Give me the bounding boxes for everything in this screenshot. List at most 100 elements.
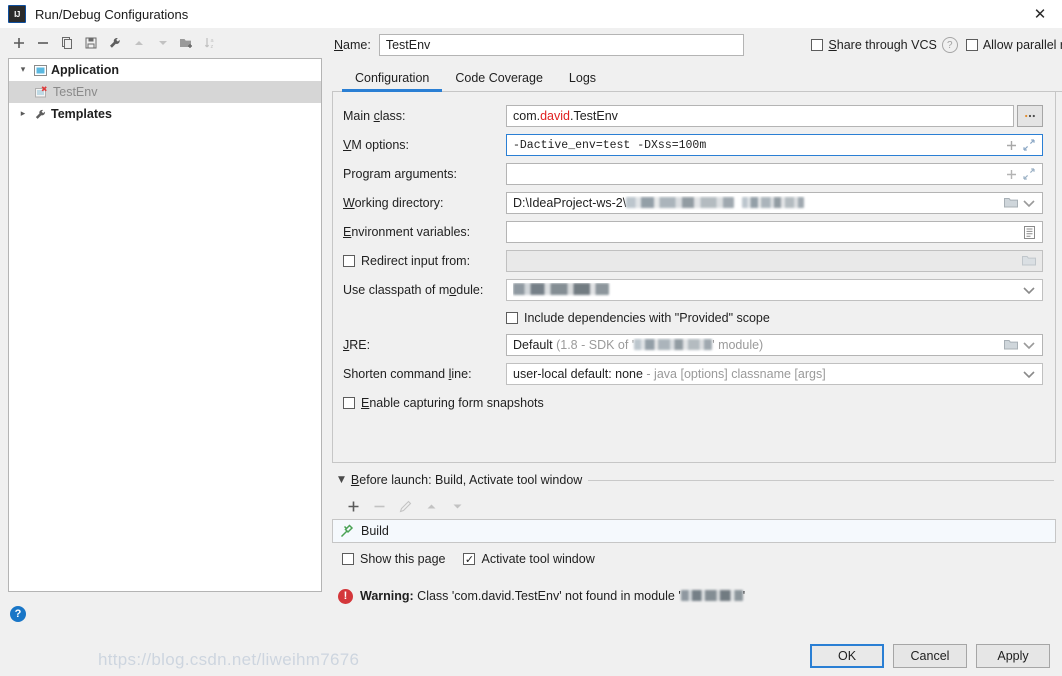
close-icon[interactable]: ✕ (1018, 0, 1062, 28)
activate-tool-window-checkbox[interactable] (463, 553, 476, 565)
tree-node-label: Application (51, 63, 120, 77)
tree-node-templates[interactable]: ▸ Templates (9, 103, 321, 125)
help-icon[interactable]: ? (10, 606, 26, 622)
share-through-vcs-checkbox[interactable] (811, 39, 824, 51)
vm-options-label: VM options: (343, 138, 410, 152)
move-up-button[interactable] (128, 32, 150, 54)
environment-variables-input[interactable] (506, 221, 1043, 243)
shorten-command-line-label: Shorten command line: (343, 367, 472, 381)
task-move-up-button[interactable] (420, 495, 442, 517)
save-configuration-button[interactable] (80, 32, 102, 54)
configuration-form: Main class: com.david.TestEnv VM options… (332, 92, 1056, 463)
name-row: Name: TestEnv Share through VCS ? Allow … (332, 28, 1062, 62)
jre-row: JRE: Default (1.8 - SDK of ' ' module) (343, 333, 1043, 357)
name-input-value: TestEnv (385, 38, 431, 52)
plus-icon[interactable] (1002, 140, 1020, 151)
help-button-wrap: ? (0, 592, 330, 636)
tree-node-testenv[interactable]: TestEnv (9, 81, 321, 103)
window-title: Run/Debug Configurations (35, 6, 189, 22)
redacted-text (626, 197, 735, 208)
remove-configuration-button[interactable] (32, 32, 54, 54)
vm-options-input[interactable]: -Dactive_env=test -DXss=100m (506, 134, 1043, 156)
share-through-vcs-label: Share through VCS (828, 38, 937, 52)
activate-tool-window-label: Activate tool window (481, 552, 595, 566)
working-directory-input[interactable]: D:\IdeaProject-ws-2\ (506, 192, 1043, 214)
allow-parallel-run-label: Allow parallel run (982, 38, 1062, 52)
form-snapshots-checkbox[interactable] (343, 397, 355, 409)
before-launch-footer: Show this page Activate tool window (332, 545, 1062, 573)
configurations-tree[interactable]: ▾ Application TestEnv ▸ Templates (8, 58, 322, 592)
include-provided-checkbox[interactable] (506, 312, 518, 324)
name-input[interactable]: TestEnv (378, 34, 744, 56)
program-arguments-input[interactable] (506, 163, 1043, 185)
chevron-down-icon[interactable] (1020, 199, 1038, 208)
share-through-vcs-group[interactable]: Share through VCS ? (811, 37, 958, 53)
shorten-command-line-combo[interactable]: user-local default: none - java [options… (506, 363, 1043, 385)
tab-logs[interactable]: Logs (556, 71, 609, 91)
redirect-input-checkbox[interactable] (343, 255, 355, 267)
jre-combo[interactable]: Default (1.8 - SDK of ' ' module) (506, 334, 1043, 356)
tree-toolbar: az (0, 28, 330, 58)
error-icon: ! (338, 588, 353, 604)
classpath-module-combo[interactable] (506, 279, 1043, 301)
main-class-value: com.david.TestEnv (513, 109, 618, 123)
main-class-browse-button[interactable] (1017, 105, 1043, 127)
move-down-button[interactable] (152, 32, 174, 54)
apply-button[interactable]: Apply (976, 644, 1050, 668)
add-task-button[interactable] (342, 495, 364, 517)
copy-configuration-button[interactable] (56, 32, 78, 54)
tree-node-application[interactable]: ▾ Application (9, 59, 321, 81)
dialog-body: az ▾ Application TestEnv ▸ Templates ? N… (0, 28, 1062, 636)
working-directory-label: Working directory: (343, 196, 444, 210)
plus-icon[interactable] (1002, 169, 1020, 180)
shorten-command-line-row: Shorten command line: user-local default… (343, 362, 1043, 386)
expand-icon[interactable] (1020, 168, 1038, 180)
expand-icon[interactable] (1020, 139, 1038, 151)
task-label: Build (361, 524, 389, 538)
folder-icon (1020, 255, 1038, 267)
program-arguments-row: Program arguments: (343, 162, 1043, 186)
new-folder-icon[interactable] (176, 32, 198, 54)
folder-icon[interactable] (1002, 339, 1020, 351)
tree-node-label: TestEnv (53, 85, 98, 99)
sort-az-icon[interactable]: az (200, 32, 222, 54)
tab-code-coverage[interactable]: Code Coverage (442, 71, 556, 91)
classpath-module-label: Use classpath of module: (343, 283, 484, 297)
triangle-down-icon[interactable]: ▼ (338, 475, 345, 485)
main-class-label: Main class: (343, 109, 406, 123)
svg-text:z: z (211, 44, 214, 50)
tab-configuration[interactable]: Configuration (342, 71, 443, 92)
jre-label: JRE: (343, 338, 371, 352)
chevron-down-icon[interactable] (1020, 370, 1038, 379)
allow-parallel-run-group[interactable]: Allow parallel run (965, 38, 1062, 52)
main-class-input[interactable]: com.david.TestEnv (506, 105, 1014, 127)
redirect-input-label-wrap: Redirect input from: (343, 254, 506, 268)
chevron-down-icon[interactable]: ▾ (15, 65, 31, 75)
redirect-input-field[interactable] (506, 250, 1043, 272)
classpath-module-value (513, 283, 1020, 297)
form-snapshots-row[interactable]: Enable capturing form snapshots (343, 392, 1043, 414)
list-edit-icon[interactable] (1020, 225, 1038, 239)
before-launch-toolbar (332, 493, 1062, 519)
dialog-footer: https://blog.csdn.net/liweihm7676 OK Can… (0, 636, 1062, 676)
wrench-icon[interactable] (104, 32, 126, 54)
folder-icon[interactable] (1002, 197, 1020, 209)
cancel-button[interactable]: Cancel (893, 644, 967, 668)
ok-button[interactable]: OK (810, 644, 884, 668)
chevron-right-icon[interactable]: ▸ (15, 109, 31, 119)
before-launch-task-list[interactable]: Build (332, 519, 1056, 543)
task-move-down-button[interactable] (446, 495, 468, 517)
before-launch-title: Before launch: Build, Activate tool wind… (350, 473, 583, 487)
title-bar: IJ Run/Debug Configurations ✕ (0, 0, 1062, 28)
allow-parallel-run-checkbox[interactable] (965, 39, 978, 51)
working-directory-row: Working directory: D:\IdeaProject-ws-2\ (343, 191, 1043, 215)
before-launch-header: ▼ Before launch: Build, Activate tool wi… (332, 467, 1062, 493)
pencil-icon[interactable] (394, 495, 416, 517)
show-this-page-checkbox[interactable] (342, 553, 354, 565)
help-question-icon[interactable]: ? (941, 37, 958, 53)
chevron-down-icon[interactable] (1020, 286, 1038, 295)
remove-task-button[interactable] (368, 495, 390, 517)
chevron-down-icon[interactable] (1020, 341, 1038, 350)
include-provided-row[interactable]: Include dependencies with "Provided" sco… (506, 307, 1043, 329)
add-configuration-button[interactable] (8, 32, 30, 54)
